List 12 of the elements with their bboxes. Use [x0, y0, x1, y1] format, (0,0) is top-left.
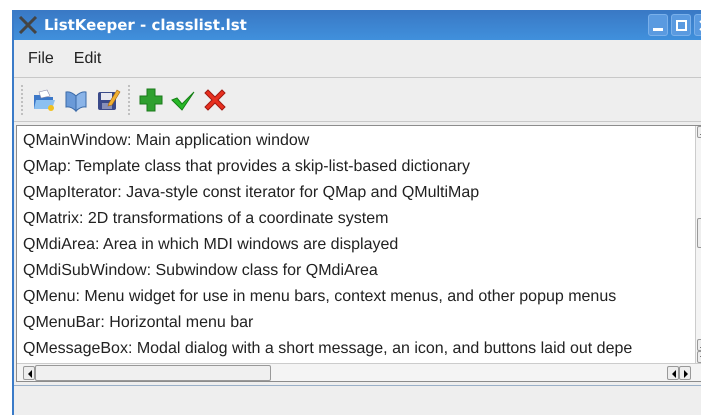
list-item[interactable]: QMainWindow: Main application window: [23, 128, 695, 154]
list-item[interactable]: QMap: Template class that provides a skip-list-based dictionary: [23, 154, 695, 180]
menu-item[interactable]: File: [20, 46, 62, 70]
list-item[interactable]: QMenu: Menu widget for use in menu bars, context menus, and other popup menus: [23, 284, 695, 310]
list-item[interactable]: QMenuBar: Horizontal menu bar: [23, 310, 695, 336]
list-item[interactable]: QMdiArea: Area in which MDI windows are displayed: [23, 232, 695, 258]
menu-item[interactable]: Edit: [66, 46, 110, 70]
list-item[interactable]: QMessageBox: Modal dialog with a short message, an icon, and buttons laid out depe: [23, 336, 695, 362]
list-item[interactable]: QMdiSubWindow: Subwindow class for QMdiArea: [23, 258, 695, 284]
list-item[interactable]: QMapIterator: Java-style const iterator for QMap and QMultiMap: [23, 180, 695, 206]
list-item[interactable]: QMatrix: 2D transformations of a coordinate system: [23, 206, 695, 232]
window-title: ListKeeper - classlist.lst: [44, 14, 247, 36]
